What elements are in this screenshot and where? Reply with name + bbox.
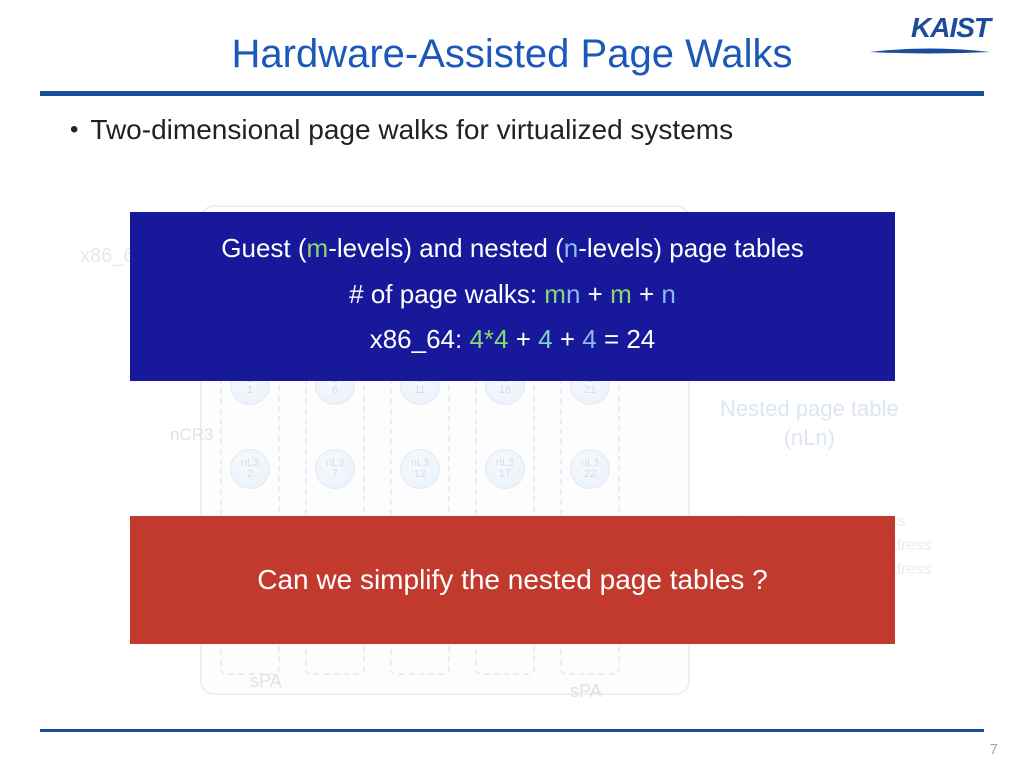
nested-label-line1: Nested page table xyxy=(720,396,899,421)
page-title: Hardware-Assisted Page Walks xyxy=(40,32,984,77)
formula-line2: # of page walks: mn + m + n xyxy=(150,272,875,318)
ncr3-label: nCR3 xyxy=(170,425,213,445)
bullet-dot-icon: • xyxy=(70,118,78,142)
spa-label: sPA xyxy=(250,671,282,692)
node-column: nL411 nL312 xyxy=(400,365,440,489)
spa-label: sPA xyxy=(570,681,602,702)
formula-line3: x86_64: 4*4 + 4 + 4 = 24 xyxy=(150,317,875,363)
question-callout: Can we simplify the nested page tables ? xyxy=(130,516,895,644)
page-number: 7 xyxy=(990,741,998,758)
logo-text: KAIST xyxy=(870,12,990,44)
formula-line1: Guest (m-levels) and nested (n-levels) p… xyxy=(150,226,875,272)
slide: KAIST Hardware-Assisted Page Walks • Two… xyxy=(0,0,1024,768)
logo: KAIST xyxy=(870,12,990,62)
logo-swoosh-icon xyxy=(870,47,990,57)
question-text: Can we simplify the nested page tables ? xyxy=(257,564,768,596)
node-column: nL46 nL37 xyxy=(315,365,355,489)
bullet-item: • Two-dimensional page walks for virtual… xyxy=(70,114,984,146)
walk-node: nL37 xyxy=(315,449,355,489)
nested-pagetable-label: Nested page table (nLn) xyxy=(720,395,899,452)
node-column: nL416 nL317 xyxy=(485,365,525,489)
node-column: nL41 nL32 xyxy=(230,365,270,489)
bottom-divider xyxy=(40,729,984,732)
walk-node: nL312 xyxy=(400,449,440,489)
walk-node: nL317 xyxy=(485,449,525,489)
node-column: nL421 nL322 xyxy=(570,365,610,489)
walk-node: nL32 xyxy=(230,449,270,489)
nested-label-line2: (nLn) xyxy=(784,425,835,450)
walk-node: nL322 xyxy=(570,449,610,489)
top-divider xyxy=(40,91,984,96)
bullet-text: Two-dimensional page walks for virtualiz… xyxy=(90,114,733,146)
formula-callout: Guest (m-levels) and nested (n-levels) p… xyxy=(130,212,895,381)
